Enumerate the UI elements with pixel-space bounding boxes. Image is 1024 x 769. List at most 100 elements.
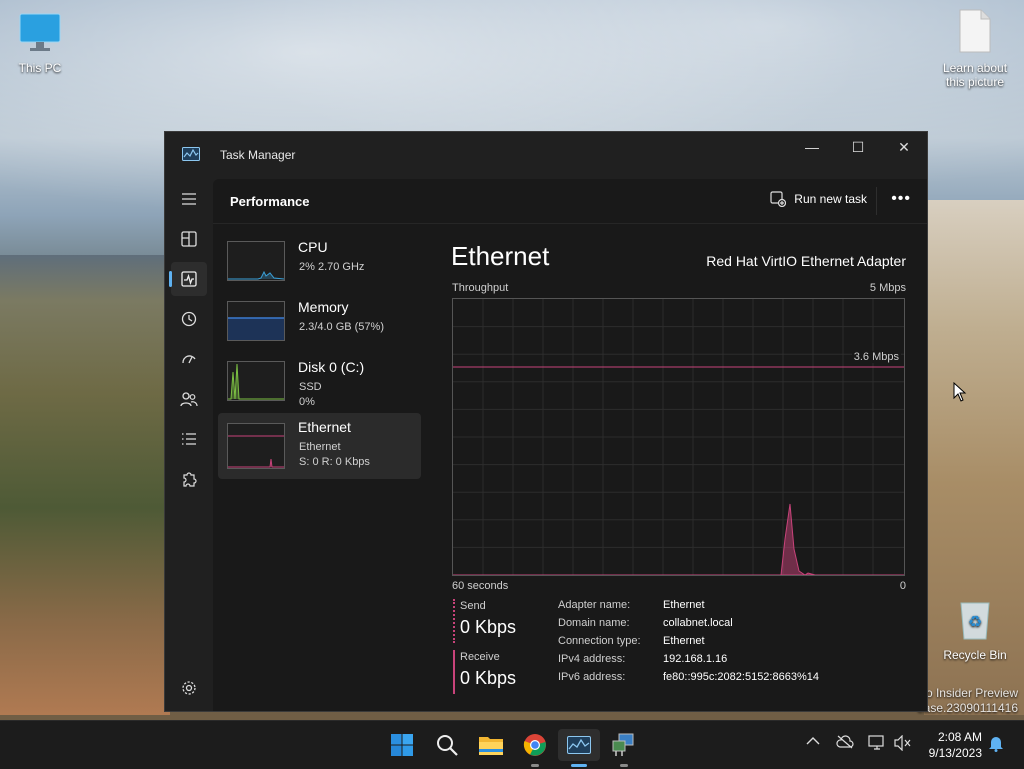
header-divider [876,187,877,215]
desktop-icon-learn-about-picture[interactable]: Learn about this picture [935,8,1015,89]
run-new-task-button[interactable]: Run new task [770,191,867,207]
clock-button[interactable]: 2:08 AM 9/13/2023 [929,729,982,761]
perf-item-cpu[interactable]: CPU 2% 2.70 GHz [218,233,421,293]
prop-value: Ethernet [663,635,705,647]
memory-thumbnail [227,301,285,341]
run-new-task-label: Run new task [794,192,867,206]
prop-value: 192.168.1.16 [663,653,728,665]
chrome-button[interactable] [519,729,551,761]
send-label: Send [460,600,486,612]
perf-item-title: Disk 0 (C:) [298,359,365,375]
tray-network-button[interactable] [868,735,886,754]
prop-value: fe80::995c:2082:5152:8663%14 [663,671,819,683]
hamburger-menu-button[interactable] [171,182,207,216]
file-explorer-button[interactable] [475,729,507,761]
clock-time: 2:08 AM [937,730,982,744]
close-icon: ✕ [898,138,910,155]
perf-item-disk[interactable]: Disk 0 (C:) SSD 0% [218,353,421,413]
notification-button[interactable] [988,734,1004,755]
rail-item-startup-apps[interactable] [171,342,207,376]
perf-item-title: Memory [298,299,349,315]
search-icon [437,735,458,756]
performance-icon [181,271,197,287]
tray-overflow-button[interactable] [806,735,820,749]
zero-label: 0 [899,580,906,592]
perf-item-title: Ethernet [298,419,351,435]
rail-item-app-history[interactable] [171,302,207,336]
tray-onedrive-button[interactable] [836,735,854,752]
desktop-icon-label: Recycle Bin [943,648,1007,662]
prop-value: Ethernet [663,599,705,611]
maximize-button[interactable]: ☐ [835,132,881,162]
svg-text:♻: ♻ [968,614,982,631]
graph-grid [453,299,904,575]
prop-value: collabnet.local [663,617,733,629]
task-manager-icon [567,736,591,754]
maximize-icon: ☐ [851,138,865,155]
prop-key: Domain name: [558,617,630,629]
prop-key: IPv6 address: [558,671,626,683]
gear-icon [182,681,196,695]
detail-title: Ethernet [451,241,550,271]
file-explorer-icon [479,737,503,755]
tray-volume-button[interactable] [894,734,912,754]
start-button[interactable] [386,729,418,761]
taskbar: 2:08 AM 9/13/2023 [0,720,1024,769]
run-task-icon [770,191,787,207]
desktop-icon-recycle-bin[interactable]: ♻ Recycle Bin [935,597,1015,662]
processes-icon [181,231,197,247]
close-button[interactable]: ✕ [881,132,927,162]
chevron-up-icon [806,737,820,745]
panel-header: Performance Run new task ••• [213,179,927,224]
disk-thumbnail [227,361,285,401]
chrome-running-indicator [531,764,539,767]
throughput-series [453,503,904,575]
rail-item-details[interactable] [171,422,207,456]
more-options-button[interactable]: ••• [891,190,911,208]
throughput-label: Throughput [452,282,509,294]
perf-item-ethernet[interactable]: Ethernet Ethernet S: 0 R: 0 Kbps [218,413,421,479]
rail-item-services[interactable] [171,462,207,496]
perf-item-detail: SSD [299,381,322,393]
rail-item-performance[interactable] [171,262,207,296]
active-rail-indicator [169,271,172,287]
send-value: 0 Kbps [460,617,517,637]
desktop-icon-this-pc[interactable]: This PC [0,12,80,75]
perf-item-detail: 2.3/4.0 GB (57%) [299,321,384,333]
title-bar[interactable]: Task Manager — ☐ ✕ [165,132,927,179]
search-button[interactable] [431,729,463,761]
task-manager-taskbar-button[interactable] [558,729,600,761]
prop-key: Adapter name: [558,599,631,611]
speaker-muted-icon [894,734,911,752]
monitor-icon [0,12,80,57]
prop-key: Connection type: [558,635,641,647]
send-indicator [453,599,457,643]
mouse-cursor-icon [953,382,967,402]
receive-value: 0 Kbps [460,668,517,688]
menu-icon [182,193,196,205]
desktop-icon-label: Learn about this picture [942,61,1008,89]
perf-item-memory[interactable]: Memory 2.3/4.0 GB (57%) [218,293,421,353]
perf-item-detail: 2% 2.70 GHz [299,261,365,273]
wallpaper-hills [0,255,170,715]
perf-item-detail: Ethernet [299,441,341,453]
receive-label: Receive [460,651,500,663]
max-scale-label: 5 Mbps [869,282,906,294]
rail-item-settings[interactable] [171,671,207,705]
list-icon [182,433,196,445]
window-title: Task Manager [220,148,296,162]
cpu-thumbnail [227,241,285,281]
rail-item-users[interactable] [171,382,207,416]
clock-date: 9/13/2023 [928,746,982,760]
cloud-offline-icon [836,735,854,749]
network-tool-icon [612,733,634,756]
rail-item-processes[interactable] [171,222,207,256]
desktop-icon-label: This PC [18,61,62,75]
puzzle-icon [183,472,197,487]
scale-line-label: 3.6 Mbps [851,351,901,363]
network-tool-button[interactable] [607,729,639,761]
network-tool-running-indicator [620,764,628,767]
bell-icon [989,737,1003,752]
ethernet-thumbnail [227,423,285,469]
minimize-button[interactable]: — [789,132,835,162]
